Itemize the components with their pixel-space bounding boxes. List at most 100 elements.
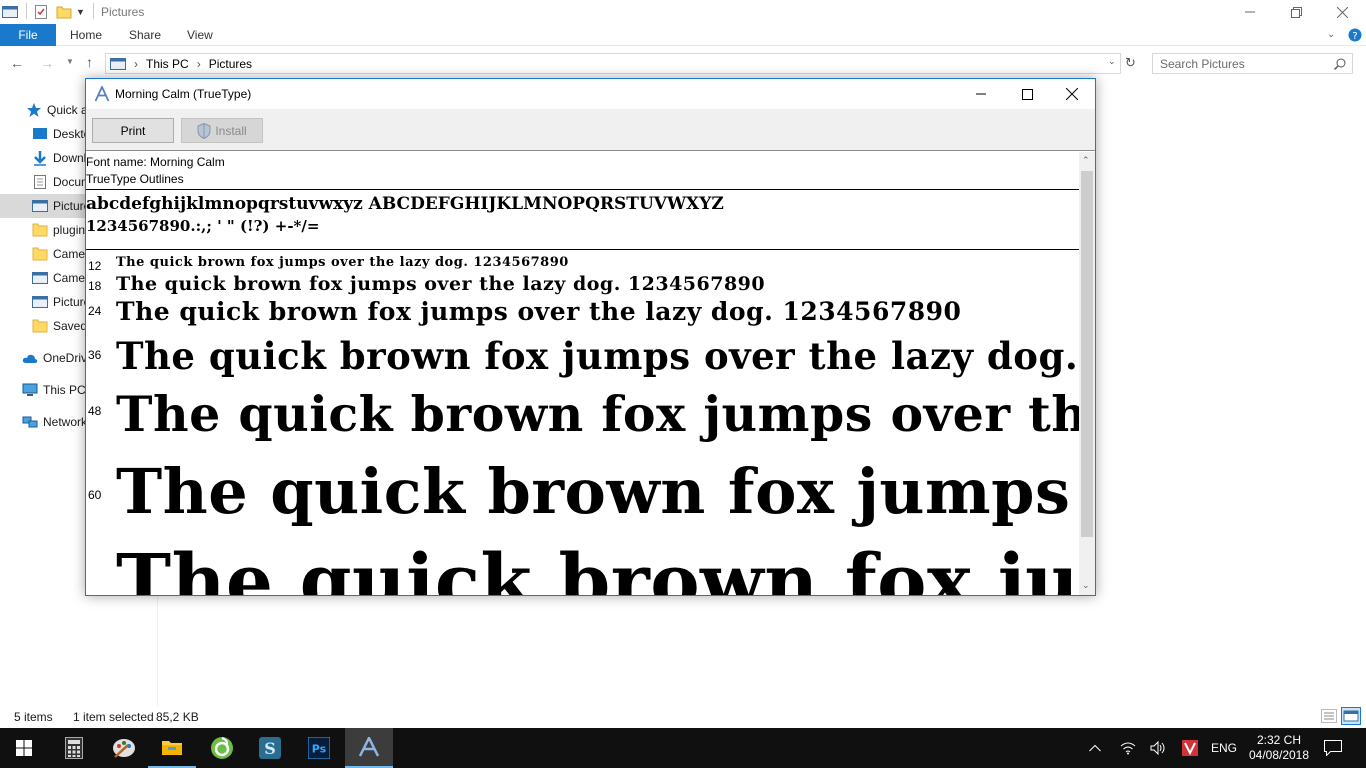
status-bar: 5 items 1 item selected 85,2 KB <box>0 706 1366 728</box>
pictures-icon <box>32 296 48 308</box>
sketchbook-icon[interactable]: S <box>246 728 294 768</box>
help-icon[interactable]: ? <box>1348 24 1362 46</box>
svg-text:?: ? <box>1352 31 1357 42</box>
pictures-icon <box>32 272 48 284</box>
dialog-toolbar: Print Install <box>86 109 1095 151</box>
folder-icon <box>32 319 48 333</box>
svg-text:Ps: Ps <box>312 743 327 756</box>
details-view-icon[interactable] <box>1321 709 1337 726</box>
breadcrumb-this-pc[interactable]: This PC <box>146 57 189 71</box>
paint-icon[interactable] <box>100 728 148 768</box>
minimize-button[interactable] <box>1227 0 1273 24</box>
font-name: Font name: Morning Calm <box>86 155 225 169</box>
font-type: TrueType Outlines <box>86 172 184 186</box>
refresh-icon[interactable]: ↻ <box>1125 55 1136 71</box>
large-icons-view-icon[interactable] <box>1341 707 1361 725</box>
download-icon <box>34 151 46 166</box>
tab-home[interactable]: Home <box>70 24 102 46</box>
clock-date: 04/08/2018 <box>1248 748 1310 762</box>
separator <box>93 3 94 19</box>
sample-text: The quick brown fox jumps over the lazy … <box>116 273 766 295</box>
scroll-up-icon[interactable]: ⌃ <box>1082 155 1090 166</box>
pictures-location-icon <box>110 57 126 70</box>
status-selected: 1 item selected <box>73 710 154 724</box>
volume-icon[interactable] <box>1147 728 1169 768</box>
sample-row: 18 The quick brown fox jumps over the laz… <box>86 273 1079 295</box>
tab-share[interactable]: Share <box>129 24 161 46</box>
sample-size-label: 36 <box>88 348 102 362</box>
recent-locations-icon[interactable]: ▼ <box>66 57 74 66</box>
calculator-icon[interactable] <box>50 728 98 768</box>
sample-text: The quick brown fox jumps over the lazy … <box>116 455 1079 528</box>
desktop-icon <box>33 128 47 139</box>
sample-size-label: 12 <box>88 259 102 271</box>
sample-size-label: 48 <box>88 404 102 418</box>
dialog-minimize-button[interactable] <box>958 79 1004 109</box>
wifi-icon[interactable] <box>1117 728 1139 768</box>
photoshop-icon[interactable]: Ps <box>295 728 343 768</box>
sample-row: 24 The quick brown fox jumps over the laz… <box>86 296 1079 328</box>
cloud-icon <box>22 354 38 363</box>
back-button[interactable]: ← <box>10 55 24 71</box>
language-indicator[interactable]: ENG <box>1206 728 1242 768</box>
explorer-title-bar: ▼ Pictures <box>0 0 1366 24</box>
tab-file[interactable]: File <box>0 24 56 46</box>
forward-button[interactable]: → <box>40 55 54 71</box>
network-icon <box>22 416 38 428</box>
start-button[interactable] <box>0 728 48 768</box>
divider <box>86 189 1079 190</box>
vertical-scrollbar[interactable]: ⌃ ⌄ <box>1079 152 1095 595</box>
dialog-maximize-button[interactable] <box>1004 79 1050 109</box>
coccoc-browser-icon[interactable] <box>198 728 246 768</box>
chevron-right-icon: › <box>196 56 201 71</box>
document-icon <box>34 175 46 189</box>
search-icon <box>1334 58 1346 70</box>
close-button[interactable] <box>1319 0 1365 24</box>
properties-icon[interactable] <box>33 3 49 21</box>
explorer-title: Pictures <box>101 5 145 19</box>
scroll-down-icon[interactable]: ⌄ <box>1082 580 1090 591</box>
breadcrumb-pictures[interactable]: Pictures <box>209 57 252 71</box>
search-input[interactable]: Search Pictures <box>1152 53 1353 74</box>
new-folder-icon[interactable] <box>56 3 72 21</box>
font-viewer-taskbar-icon[interactable] <box>345 728 393 768</box>
ribbon-tabs: File Home Share View ⌄ ? <box>0 24 1366 46</box>
sample-text: The quick brown fox jumps over the lazy … <box>116 297 962 326</box>
pictures-icon <box>32 200 48 212</box>
dialog-close-button[interactable] <box>1049 79 1095 109</box>
install-label: Install <box>215 123 247 138</box>
sample-size-label: 18 <box>88 279 102 293</box>
customize-qa-dropdown-icon[interactable]: ▼ <box>76 3 85 21</box>
computer-icon <box>22 383 38 396</box>
address-dropdown-icon[interactable]: ⌄ <box>1108 56 1116 67</box>
vivaldi-tray-icon[interactable] <box>1179 728 1201 768</box>
sample-row: 12 The quick brown fox jumps over the laz… <box>86 255 1079 271</box>
tab-view[interactable]: View <box>187 24 213 46</box>
font-viewer-dialog: Morning Calm (TrueType) Print Install Fo… <box>85 78 1096 596</box>
sample-row: The quick brown fox jumps over the lazy … <box>86 542 1079 595</box>
expand-ribbon-icon[interactable]: ⌄ <box>1327 24 1335 46</box>
sample-text: The quick brown fox jumps over the lazy … <box>116 385 1079 443</box>
show-hidden-icons-chevron-up-icon[interactable] <box>1083 728 1107 768</box>
address-bar[interactable]: › This PC › Pictures <box>105 53 1121 74</box>
install-button[interactable]: Install <box>181 118 263 143</box>
print-button[interactable]: Print <box>92 118 174 143</box>
status-item-count: 5 items <box>14 710 53 724</box>
scrollbar-thumb[interactable] <box>1081 171 1093 537</box>
search-placeholder: Search Pictures <box>1160 56 1245 71</box>
address-row: ← → ▼ ↑ › This PC › Pictures ⌄ ↻ Search … <box>0 48 1366 78</box>
charset-digits-symbols: 1234567890.:,; ' " (!?) +-*/= <box>86 217 320 235</box>
dialog-title-bar: Morning Calm (TrueType) <box>86 79 1095 109</box>
action-center-icon[interactable] <box>1318 728 1348 768</box>
restore-button[interactable] <box>1273 0 1319 24</box>
sidebar-item-label: This PC <box>43 383 86 397</box>
file-explorer-icon[interactable] <box>148 728 196 768</box>
window-icon[interactable] <box>2 3 18 21</box>
dialog-title: Morning Calm (TrueType) <box>115 87 252 101</box>
sample-row: 60 The quick brown fox jumps over the laz… <box>86 452 1079 532</box>
up-button[interactable]: ↑ <box>86 54 93 70</box>
sample-text: The quick brown fox jumps over the lazy … <box>116 542 1079 595</box>
clock[interactable]: 2:32 CH 04/08/2018 <box>1248 728 1310 768</box>
font-preview-area: Font name: Morning Calm TrueType Outline… <box>86 152 1079 595</box>
folder-icon <box>32 247 48 261</box>
